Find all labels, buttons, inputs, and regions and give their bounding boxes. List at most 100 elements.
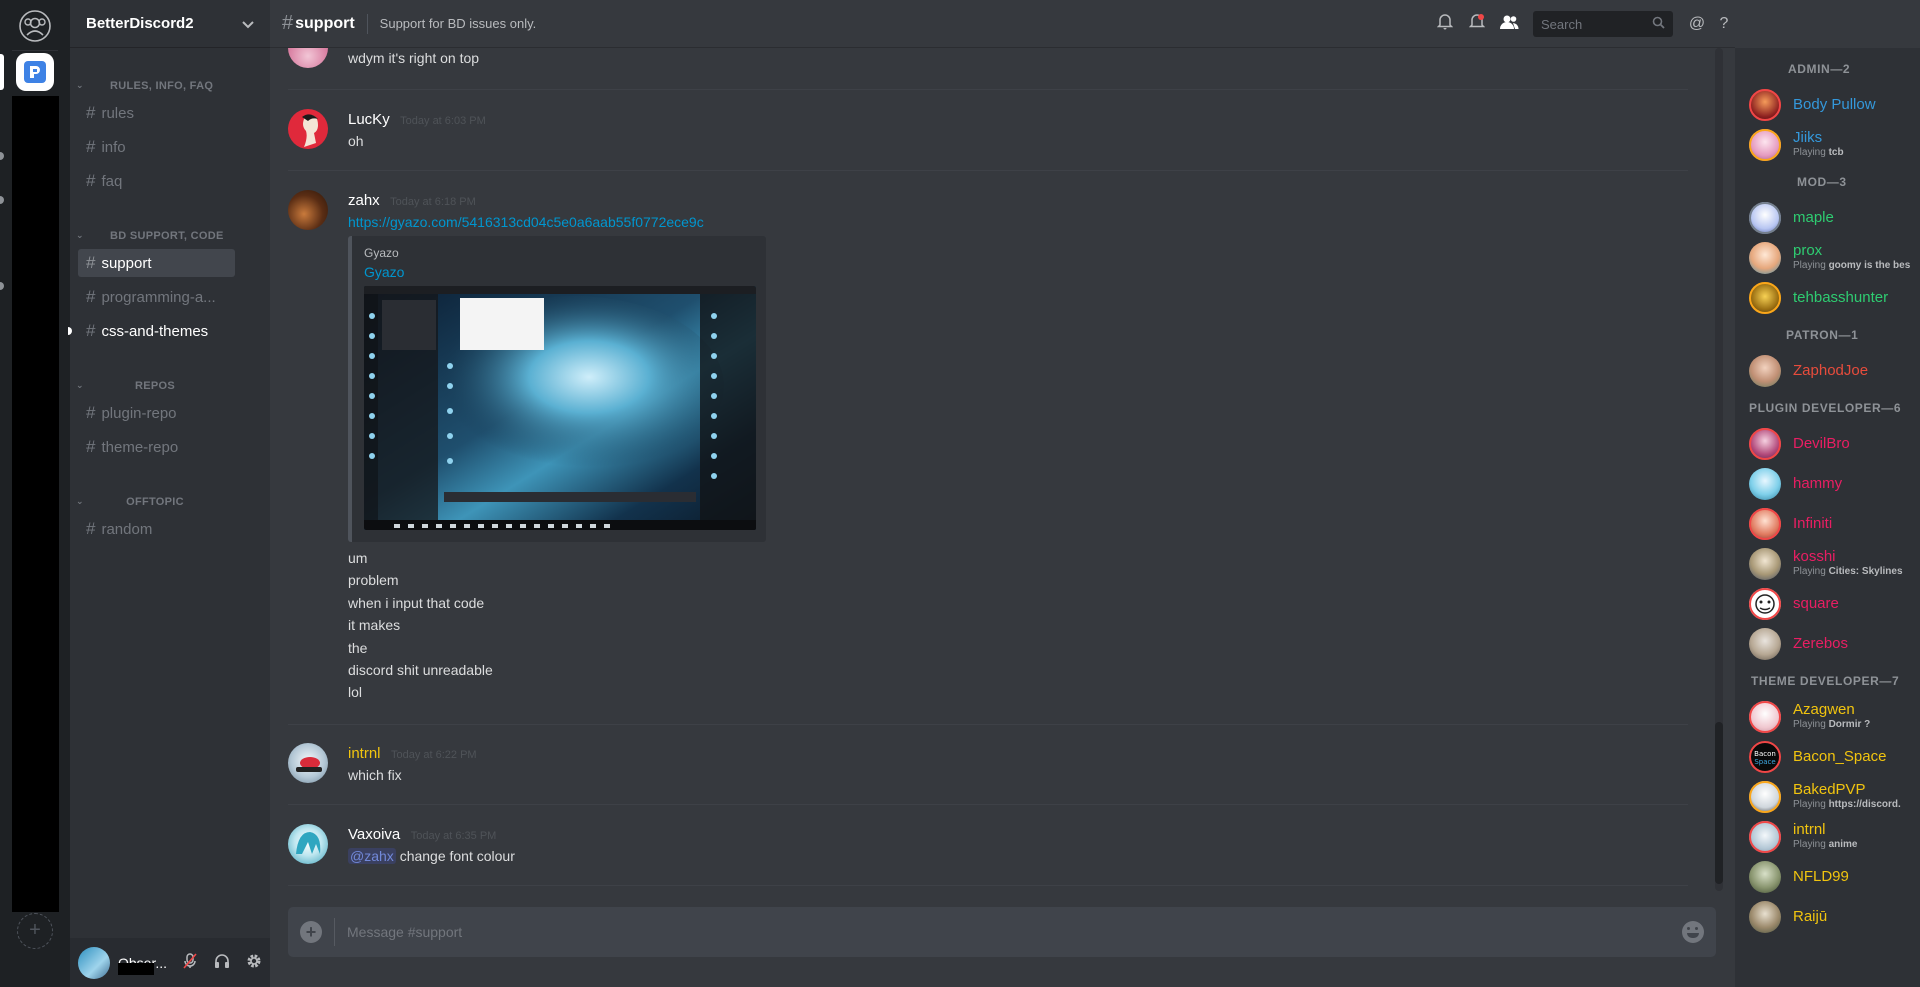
member-item[interactable]: Body Pullow [1747,85,1920,125]
member-item[interactable]: NFLD99 [1747,857,1920,897]
message-author[interactable]: Vaxoiva [348,826,400,843]
channel-label: rules [101,104,134,122]
channel-css-and-themes[interactable]: # css-and-themes [68,317,235,345]
unread-indicator [68,327,72,335]
avatar [1749,628,1781,660]
message-divider [288,170,1688,171]
status-ring [1749,202,1781,234]
search-box[interactable] [1533,11,1673,37]
friends-icon[interactable] [17,8,53,44]
avatar[interactable] [288,109,328,149]
redacted-discriminator [118,963,154,975]
message-author[interactable]: intrnl [348,745,381,762]
header-toolbar: @ ? [1429,0,1735,48]
guild-separator [12,50,58,51]
member-item[interactable]: prox Playing goomy is the bes [1747,238,1920,278]
avatar [1749,861,1781,893]
channel-faq[interactable]: # faq [78,167,235,195]
channel-support[interactable]: # support [78,249,235,277]
channel-theme-repo[interactable]: # theme-repo [78,433,235,461]
channel-plugin-repo[interactable]: # plugin-repo [78,399,235,427]
headphones-icon[interactable] [212,953,232,973]
message-text: when i input that code [348,595,485,611]
member-item[interactable]: Azagwen Playing Dormir ? [1747,697,1920,737]
member-item[interactable]: ZaphodJoe [1747,351,1920,391]
channel-random[interactable]: # random [78,515,235,543]
search-input[interactable] [1541,16,1641,32]
hash-icon: # [86,437,96,456]
scrollbar-thumb[interactable] [1715,722,1723,884]
avatar[interactable] [288,48,328,68]
at-icon[interactable]: @ [1681,15,1713,33]
message-input[interactable] [347,924,1682,940]
member-activity: Playing goomy is the bes [1793,260,1920,271]
category-repos[interactable]: ⌄ REPOS [70,380,270,394]
member-item[interactable]: DevilBro [1747,424,1920,464]
pin-icon[interactable] [1461,13,1493,35]
message-list: wdym it's right on top LucKy Today at 6:… [270,48,1715,891]
member-name: tehbasshunter [1793,289,1889,306]
category-rules-info-faq[interactable]: ⌄ RULES, INFO, FAQ [70,80,270,94]
hash-icon: # [282,12,294,34]
embed-image[interactable] [364,286,756,530]
avatar[interactable] [288,743,328,783]
activity-name: Cities: Skylines [1828,566,1903,577]
avatar [1749,468,1781,500]
member-item[interactable]: Infiniti [1747,504,1920,544]
member-item[interactable]: Bacon Space Bacon_Space [1747,737,1920,777]
gear-icon[interactable] [244,953,264,973]
message-divider [288,724,1688,725]
avatar[interactable] [288,824,328,864]
member-item[interactable]: maple [1747,198,1920,238]
channel-programming[interactable]: # programming-a... [78,283,235,311]
status-ring [1749,282,1781,314]
member-item[interactable]: tehbasshunter [1747,278,1920,318]
channel-label: programming-a... [101,288,216,306]
status-ring [1749,821,1781,853]
message-header: intrnl Today at 6:22 PM [348,745,477,763]
guild-unread-indicator [0,282,4,290]
activity-name: goomy is the bes [1828,260,1911,271]
member-item[interactable]: intrnl Playing anime [1747,817,1920,857]
member-item[interactable]: BakedPVP Playing https://discord. [1747,777,1920,817]
embed-title-link[interactable]: Gyazo [364,264,404,280]
category-offtopic[interactable]: ⌄ OFFTOPIC [70,496,270,510]
message-link[interactable]: https://gyazo.com/5416313cd04c5e0a6aab55… [348,214,704,230]
member-item[interactable]: kosshi Playing Cities: Skylines [1747,544,1920,584]
avatar[interactable] [288,190,328,230]
member-item[interactable]: Jiiks Playing tcb [1747,125,1920,165]
guild-unread-indicator [0,152,4,160]
members-icon[interactable] [1493,14,1525,35]
message-author[interactable]: LucKy [348,111,390,128]
betterdiscord-guild-icon[interactable] [16,53,54,91]
message-text: which fix [348,767,402,783]
member-name: square [1793,595,1839,612]
category-bd-support-code[interactable]: ⌄ BD SUPPORT, CODE [70,230,270,244]
channel-rules[interactable]: # rules [78,99,235,127]
add-server-button[interactable]: + [17,913,53,949]
member-name: Bacon_Space [1793,748,1887,765]
upload-plus-icon[interactable]: + [300,921,322,943]
activity-prefix: Playing [1793,799,1829,810]
avatar[interactable] [78,946,110,979]
chevron-down-icon: ⌄ [76,230,84,240]
mic-muted-icon[interactable] [180,953,200,973]
member-name: prox [1793,242,1823,259]
channel-info[interactable]: # info [78,133,235,161]
emoji-icon[interactable] [1682,921,1704,943]
guild-header[interactable]: BetterDiscord2 [70,0,270,48]
member-item[interactable]: Zerebos [1747,624,1920,664]
search-icon [1652,16,1665,32]
link-embed: Gyazo Gyazo [348,236,766,542]
member-item[interactable]: hammy [1747,464,1920,504]
member-name: Jiiks [1793,129,1823,146]
member-name: ZaphodJoe [1793,362,1869,379]
user-mention[interactable]: @zahx [348,848,396,864]
guild-name: BetterDiscord2 [86,15,194,32]
member-name: Raijū [1793,908,1828,925]
bell-icon[interactable] [1429,13,1461,35]
message-author[interactable]: zahx [348,192,380,209]
member-item[interactable]: Raijū [1747,897,1920,937]
member-item[interactable]: square [1747,584,1920,624]
help-icon[interactable]: ? [1713,15,1735,33]
